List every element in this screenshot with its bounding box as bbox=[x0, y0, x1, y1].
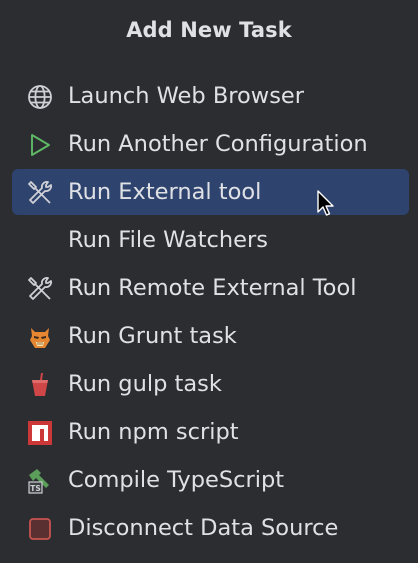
task-item-label: Run Another Configuration bbox=[68, 131, 368, 157]
task-item-label: Disconnect Data Source bbox=[68, 515, 339, 541]
task-item-label: Run npm script bbox=[68, 419, 239, 445]
task-item-run-grunt-task[interactable]: Run Grunt task bbox=[12, 313, 409, 359]
gulp-icon bbox=[26, 371, 54, 399]
task-item-label: Run gulp task bbox=[68, 371, 222, 397]
task-item-run-npm-script[interactable]: Run npm script bbox=[12, 409, 409, 455]
popup-title: Add New Task bbox=[126, 18, 292, 42]
typescript-icon: TS bbox=[26, 467, 54, 495]
npm-icon bbox=[26, 419, 54, 447]
task-item-label: Launch Web Browser bbox=[68, 83, 305, 109]
tools-icon bbox=[26, 179, 54, 207]
task-item-label: Compile TypeScript bbox=[68, 467, 285, 493]
task-item-run-file-watchers[interactable]: Run File Watchers bbox=[12, 217, 409, 263]
task-item-run-gulp-task[interactable]: Run gulp task bbox=[12, 361, 409, 407]
grunt-icon bbox=[26, 323, 54, 351]
task-item-label: Run Grunt task bbox=[68, 323, 237, 349]
task-item-compile-typescript[interactable]: TS Compile TypeScript bbox=[12, 457, 409, 503]
globe-icon bbox=[26, 83, 54, 111]
tools-icon bbox=[26, 275, 54, 303]
task-item-disconnect-data-source[interactable]: Disconnect Data Source bbox=[12, 505, 409, 551]
play-icon bbox=[26, 131, 54, 159]
task-item-label: Run File Watchers bbox=[68, 227, 268, 253]
task-item-run-remote-external-tool[interactable]: Run Remote External Tool bbox=[12, 265, 409, 311]
stop-icon bbox=[26, 515, 54, 543]
task-item-label: Run Remote External Tool bbox=[68, 275, 357, 301]
task-list: Launch Web Browser Run Another Configura… bbox=[12, 73, 409, 553]
task-item-run-external-tool[interactable]: Run External tool bbox=[12, 169, 409, 215]
task-item-run-another-configuration[interactable]: Run Another Configuration bbox=[12, 121, 409, 167]
mouse-cursor-icon bbox=[317, 190, 334, 216]
svg-text:TS: TS bbox=[30, 484, 41, 493]
task-item-label: Run External tool bbox=[68, 179, 262, 205]
task-item-launch-web-browser[interactable]: Launch Web Browser bbox=[12, 73, 409, 119]
add-new-task-popup: Add New Task Launch Web Browser Run Anot… bbox=[0, 0, 418, 563]
